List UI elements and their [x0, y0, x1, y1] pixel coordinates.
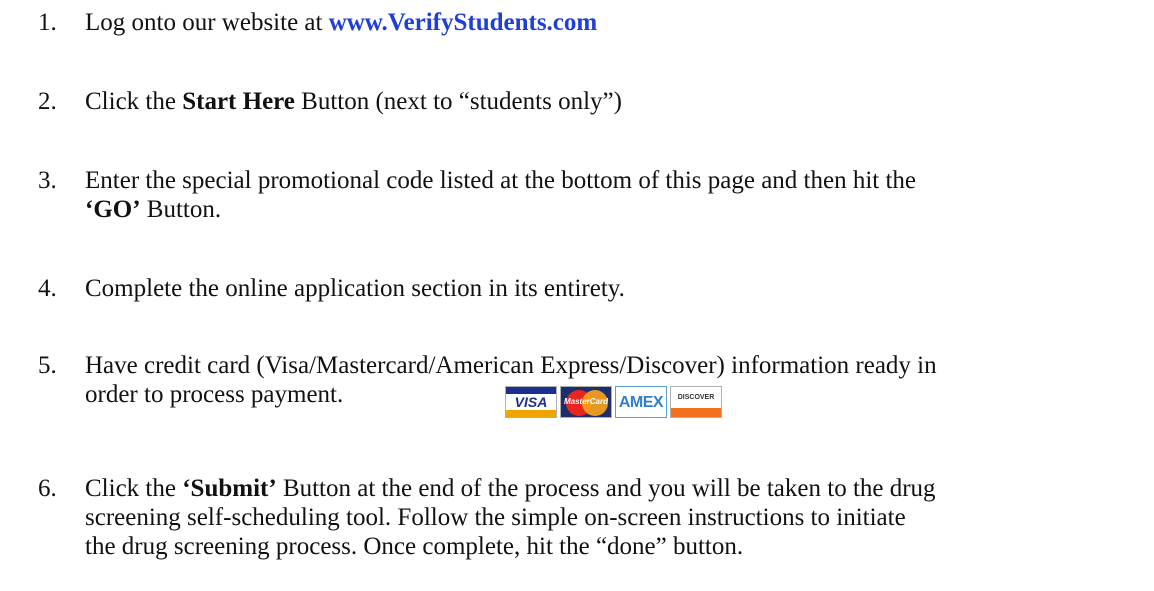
step-text: Click the ‘Submit’ Button at the end of … — [85, 474, 1145, 561]
step-text: Enter the special promotional code liste… — [85, 166, 1145, 224]
step-text: Complete the online application section … — [85, 275, 625, 302]
step-text-line: screening self-scheduling tool. Follow t… — [85, 504, 906, 531]
step-text-part: Button (next to “students only”) — [294, 88, 622, 115]
amex-logo-icon: AMEX — [615, 386, 667, 418]
step-text-part: Click the — [85, 475, 183, 502]
step-number: 5. — [38, 352, 57, 379]
step-text-line: Click the ‘Submit’ Button at the end of … — [85, 474, 1145, 503]
submit-label: ‘Submit’ — [182, 475, 277, 502]
step-text-line: the drug screening process. Once complet… — [85, 533, 744, 560]
visa-logo-icon: VISA — [505, 386, 557, 418]
start-here-label: Start Here — [182, 88, 295, 115]
step-text: Click the Start Here Button (next to “st… — [85, 87, 1145, 116]
step-number: 3. — [38, 167, 57, 194]
step-number: 4. — [38, 275, 57, 302]
go-label: ‘GO’ — [85, 196, 141, 223]
credit-card-logos: VISA MasterCard AMEX DISCOVER — [505, 386, 722, 418]
step-text-part: Log onto our website at — [85, 9, 329, 36]
step-text-part: Click the — [85, 88, 183, 115]
step-number: 2. — [38, 88, 57, 115]
discover-logo-icon: DISCOVER — [670, 386, 722, 418]
step-text-line: ‘GO’ Button. — [85, 195, 1145, 224]
step-text-part: Button. — [140, 196, 222, 223]
website-link[interactable]: www.VerifyStudents.com — [329, 9, 598, 36]
step-text-part: Button at the end of the process and you… — [276, 475, 936, 502]
step-number: 1. — [38, 9, 57, 36]
step-number: 6. — [38, 475, 57, 502]
step-text-line: Have credit card (Visa/Mastercard/Americ… — [85, 352, 937, 379]
step-text: Log onto our website at www.VerifyStuden… — [85, 8, 1145, 37]
step-text-line: Enter the special promotional code liste… — [85, 167, 917, 194]
mastercard-logo-icon: MasterCard — [560, 386, 612, 418]
